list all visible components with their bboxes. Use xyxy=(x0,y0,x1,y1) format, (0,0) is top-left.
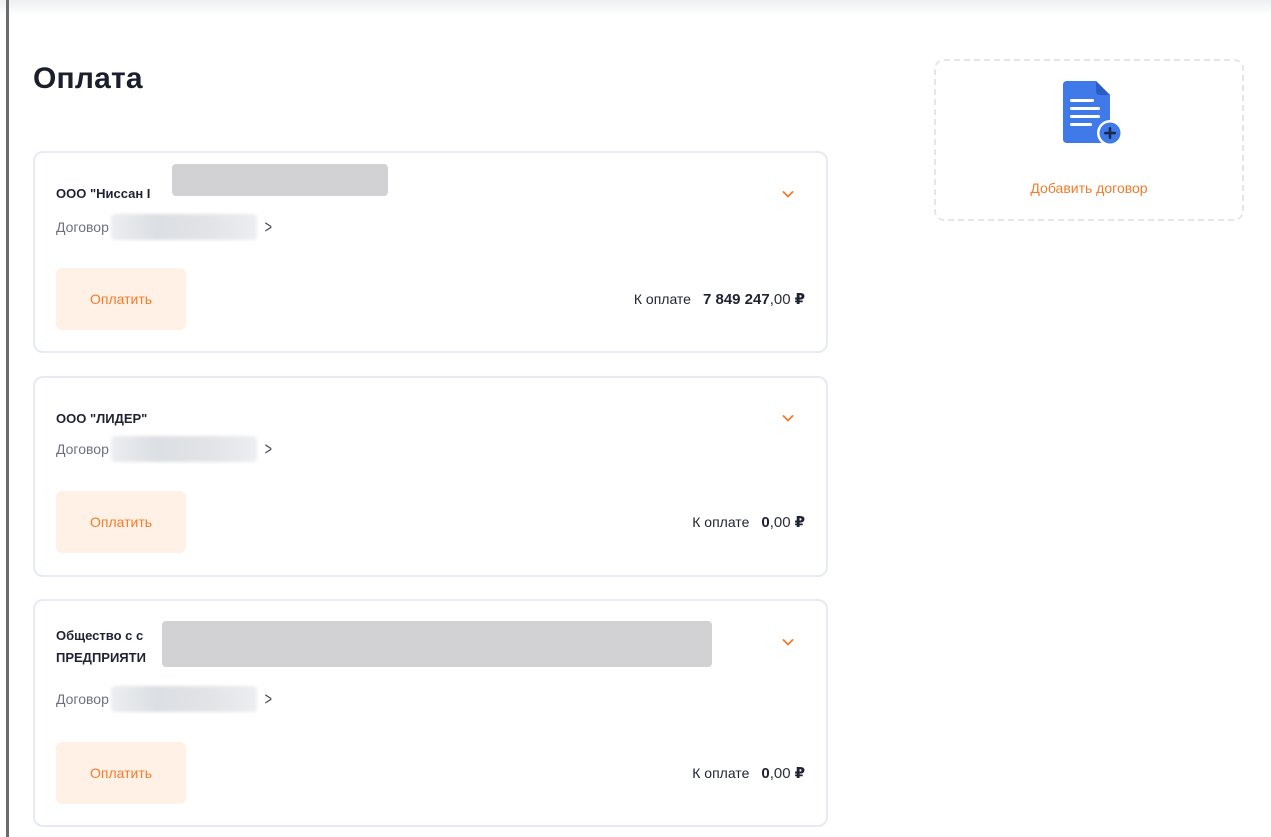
page-title: Оплата xyxy=(33,62,143,95)
amount-integer: 0 xyxy=(761,765,770,782)
redaction-box xyxy=(162,621,712,667)
pay-button[interactable]: Оплатить xyxy=(56,491,186,553)
add-contract-card[interactable]: Добавить договор xyxy=(934,59,1244,221)
chevron-right-icon: > xyxy=(264,689,272,709)
document-add-icon xyxy=(1063,81,1123,146)
add-contract-label: Добавить договор xyxy=(1030,180,1148,196)
amount-label: К оплате xyxy=(692,765,750,781)
top-bar-shadow xyxy=(0,0,1271,16)
contract-link[interactable]: Договор > xyxy=(56,214,273,240)
chevron-down-icon[interactable] xyxy=(782,636,794,648)
contract-link[interactable]: Договор > xyxy=(56,436,273,462)
pay-button[interactable]: Оплатить xyxy=(56,268,186,330)
contract-number-blurred xyxy=(110,214,257,240)
contract-number-blurred xyxy=(110,686,257,712)
currency-sign: ₽ xyxy=(794,514,805,531)
contract-link[interactable]: Договор > xyxy=(56,686,273,712)
amount-integer: 7 849 247 xyxy=(702,291,770,308)
amount-due: К оплате 0 ,00 ₽ xyxy=(692,764,805,782)
chevron-down-icon[interactable] xyxy=(782,188,794,200)
pay-button[interactable]: Оплатить xyxy=(56,742,186,804)
amount-decimal: ,00 xyxy=(769,514,791,531)
redaction-box xyxy=(172,164,388,196)
contract-label: Договор xyxy=(56,691,109,707)
currency-sign: ₽ xyxy=(794,291,805,308)
company-name: ООО "ЛИДЕР" xyxy=(56,411,148,426)
amount-decimal: ,00 xyxy=(769,291,791,308)
contract-label: Договор xyxy=(56,219,109,235)
contract-number-blurred xyxy=(110,436,257,462)
amount-label: К оплате xyxy=(633,291,691,307)
amount-integer: 0 xyxy=(761,514,770,531)
amount-label: К оплате xyxy=(692,514,750,530)
contract-card: ООО "ЛИДЕР" Договор > Оплатить К оплате … xyxy=(33,376,828,577)
chevron-right-icon: > xyxy=(264,439,272,459)
contract-card: ООО "Ниссан I Договор > Оплатить К оплат… xyxy=(33,151,828,353)
chevron-down-icon[interactable] xyxy=(782,412,794,424)
amount-decimal: ,00 xyxy=(769,765,791,782)
contract-label: Договор xyxy=(56,441,109,457)
left-divider xyxy=(6,0,9,837)
currency-sign: ₽ xyxy=(794,765,805,782)
chevron-right-icon: > xyxy=(264,217,272,237)
amount-due: К оплате 7 849 247 ,00 ₽ xyxy=(634,290,805,308)
amount-due: К оплате 0 ,00 ₽ xyxy=(692,513,805,531)
